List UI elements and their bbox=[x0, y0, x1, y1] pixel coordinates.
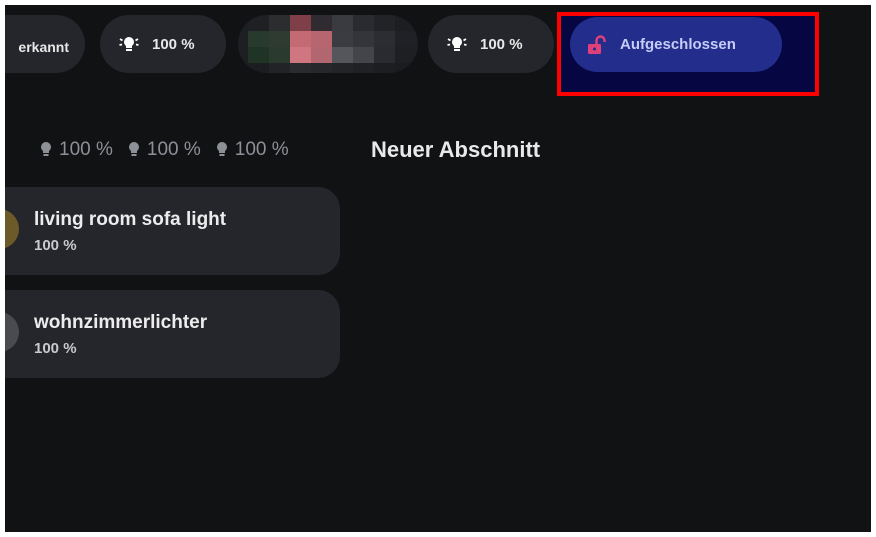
light-group-icon[interactable] bbox=[5, 312, 19, 352]
bulb-icon bbox=[216, 142, 227, 156]
lights-chip-2[interactable]: 100 % bbox=[428, 15, 554, 73]
lights-chip-1[interactable]: 100 % bbox=[100, 15, 226, 73]
lights-chip-1-value: 100 % bbox=[152, 35, 195, 53]
pixelated-chip[interactable] bbox=[238, 15, 418, 73]
dashboard-frame: erkannt 100 % 100 % Aufgeschlossen 100 %… bbox=[5, 5, 871, 532]
entity-card-state: 100 % bbox=[34, 237, 77, 254]
bulb-icon bbox=[128, 142, 139, 156]
pixelated-image bbox=[248, 15, 416, 73]
light-icon[interactable] bbox=[5, 209, 19, 249]
lock-chip-label: Aufgeschlossen bbox=[620, 36, 736, 53]
light-status-item[interactable]: 100 % bbox=[215, 139, 289, 161]
presence-chip[interactable]: erkannt bbox=[5, 15, 85, 73]
light-status-item[interactable]: 100 % bbox=[39, 139, 113, 161]
bulb-icon bbox=[41, 142, 51, 156]
light-status-value: 100 % bbox=[59, 139, 113, 160]
lightbulb-group-icon bbox=[446, 35, 468, 53]
light-status-row: 100 % 100 % 100 % bbox=[39, 139, 289, 161]
lock-open-icon bbox=[586, 34, 608, 56]
light-status-value: 100 % bbox=[234, 139, 289, 160]
lights-chip-2-value: 100 % bbox=[480, 35, 523, 53]
entity-card-state: 100 % bbox=[34, 340, 77, 357]
lightbulb-group-icon bbox=[118, 35, 140, 53]
light-status-item[interactable]: 100 % bbox=[127, 139, 201, 161]
section-title: Neuer Abschnitt bbox=[371, 137, 541, 162]
presence-chip-label: erkannt bbox=[18, 39, 69, 55]
entity-card-name: wohnzimmerlichter bbox=[34, 312, 208, 333]
lock-chip[interactable]: Aufgeschlossen bbox=[570, 17, 782, 72]
light-status-value: 100 % bbox=[146, 139, 201, 160]
entity-card-sofa-light[interactable]: living room sofa light 100 % bbox=[5, 187, 340, 275]
entity-card-name: living room sofa light bbox=[34, 209, 227, 230]
entity-card-wohnzimmerlichter[interactable]: wohnzimmerlichter 100 % bbox=[5, 290, 340, 378]
